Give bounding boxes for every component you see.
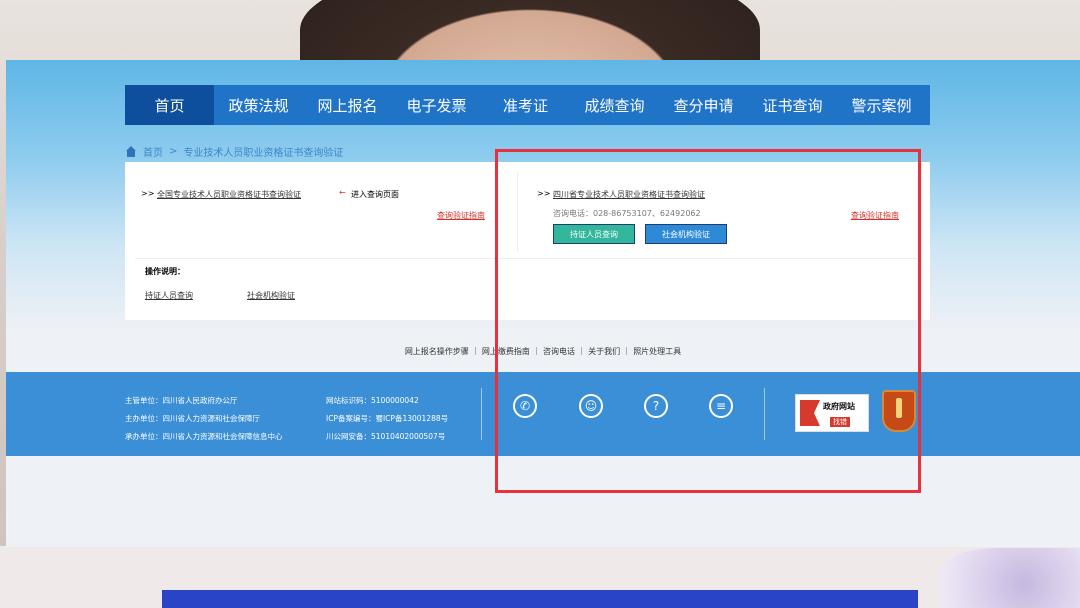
home-icon bbox=[125, 146, 137, 157]
footer-registration-info: 网站标识码：5100000042 ICP备案编号：蜀ICP备13001288号 … bbox=[326, 392, 448, 446]
red-highlight-box bbox=[495, 149, 921, 493]
footer-icp[interactable]: ICP备案编号：蜀ICP备13001288号 bbox=[326, 410, 448, 428]
footer-supervisor: 主管单位：四川省人民政府办公厅 bbox=[125, 396, 238, 405]
breadcrumb-separator: > bbox=[169, 146, 178, 157]
footer-organizer: 承办单位：四川省人力资源和社会保障信息中心 bbox=[125, 432, 283, 441]
nav-warning-cases[interactable]: 警示案例 bbox=[837, 85, 926, 125]
breadcrumb-home[interactable]: 首页 bbox=[143, 144, 163, 159]
nav-registration[interactable]: 网上报名 bbox=[303, 85, 392, 125]
background-decoration bbox=[940, 548, 1080, 608]
national-query-link[interactable]: 全国专业技术人员职业资格证书查询验证 bbox=[157, 189, 301, 200]
website-screenshot: 首页 政策法规 网上报名 电子发票 准考证 成绩查询 查分申请 证书查询 警示案… bbox=[6, 60, 1080, 547]
left-query-guide-link[interactable]: 查询验证指南 bbox=[437, 210, 485, 221]
nav-score-query[interactable]: 成绩查询 bbox=[570, 85, 659, 125]
footer-sponsor: 主办单位：四川省人力资源和社会保障厅 bbox=[125, 414, 260, 423]
ops-org-link[interactable]: 社会机构验证 bbox=[247, 290, 295, 301]
nav-home[interactable]: 首页 bbox=[125, 85, 214, 125]
ops-holder-link[interactable]: 持证人员查询 bbox=[145, 290, 193, 301]
main-nav: 首页 政策法规 网上报名 电子发票 准考证 成绩查询 查分申请 证书查询 警示案… bbox=[125, 85, 930, 125]
breadcrumb: 首页 > 专业技术人员职业资格证书查询验证 bbox=[125, 144, 343, 159]
footer-org-info: 主管单位：四川省人民政府办公厅 主办单位：四川省人力资源和社会保障厅 承办单位：… bbox=[125, 392, 283, 446]
footer-divider bbox=[481, 388, 482, 440]
arrow-left-icon: ← bbox=[339, 188, 346, 197]
nav-admission-ticket[interactable]: 准考证 bbox=[481, 85, 570, 125]
nav-policy[interactable]: 政策法规 bbox=[214, 85, 303, 125]
nav-certificate-query[interactable]: 证书查询 bbox=[748, 85, 837, 125]
nav-invoice[interactable]: 电子发票 bbox=[392, 85, 481, 125]
footer-police-record[interactable]: 川公网安备：51010402000507号 bbox=[326, 428, 448, 446]
bottom-banner bbox=[162, 590, 918, 608]
left-prefix: >> bbox=[141, 189, 155, 198]
ops-title: 操作说明： bbox=[145, 267, 185, 276]
footer-site-code: 网站标识码：5100000042 bbox=[326, 396, 419, 405]
nav-score-review[interactable]: 查分申请 bbox=[659, 85, 748, 125]
breadcrumb-current: 专业技术人员职业资格证书查询验证 bbox=[183, 148, 344, 159]
footer-link-steps[interactable]: 网上报名操作步骤 bbox=[405, 347, 469, 356]
enter-query-page[interactable]: 进入查询页面 bbox=[351, 189, 399, 200]
